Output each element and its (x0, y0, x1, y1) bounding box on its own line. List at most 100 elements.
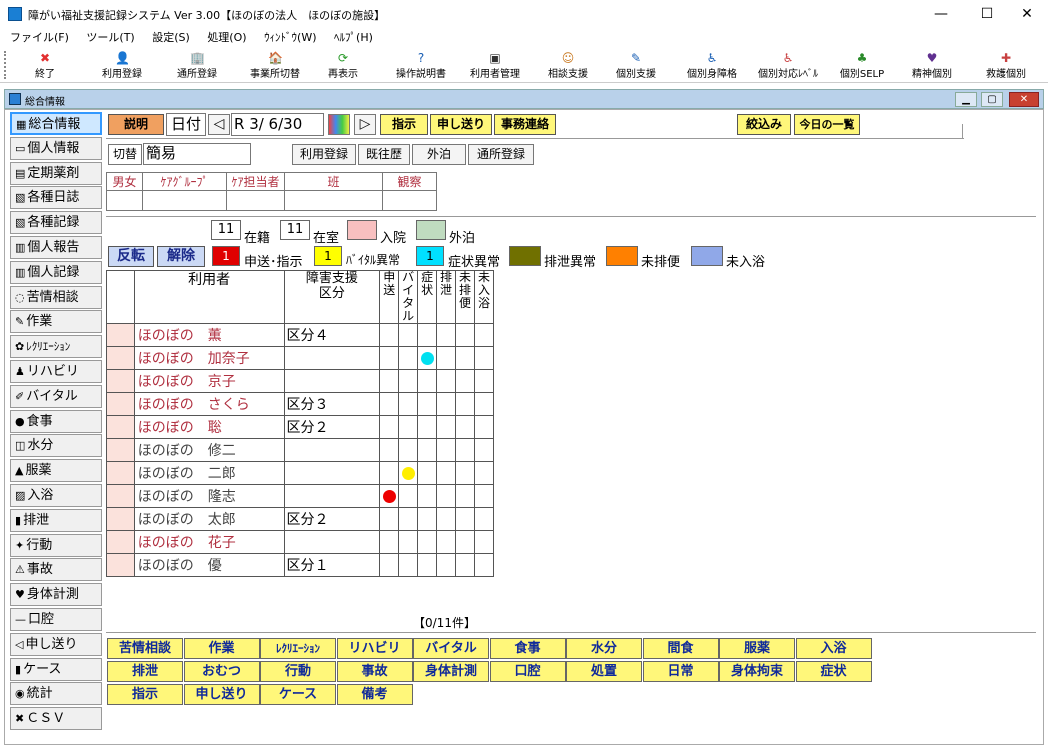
history-button[interactable]: 既往歴 (358, 144, 410, 165)
toolbar-level-button[interactable]: ♿ 個別対応ﾚﾍﾞﾙ (752, 51, 824, 81)
bottom-button[interactable]: 苦情相談 (107, 638, 183, 659)
mdi-minimize-button[interactable]: ▁ (955, 92, 977, 107)
sidebar-item-action[interactable]: ✦ 行動 (10, 533, 102, 557)
table-row[interactable]: ほのぼの さくら 区分３ (106, 392, 495, 416)
toolbar-building-button[interactable]: 🏢 通所登録 (166, 51, 228, 81)
row-header[interactable] (106, 530, 135, 554)
user-name-cell[interactable]: ほのぼの 二郎 (133, 461, 285, 485)
row-header[interactable] (106, 507, 135, 531)
sidebar-item-speech-bubble[interactable]: ◌ 苦情相談 (10, 285, 102, 309)
user-name-cell[interactable]: ほのぼの 加奈子 (133, 346, 285, 370)
explain-button[interactable]: 説明 (108, 114, 164, 135)
toolbar-relief-button[interactable]: ✚ 救護個別 (976, 51, 1036, 81)
row-header[interactable] (106, 346, 135, 370)
sidebar-item-bath[interactable]: ▨ 入浴 (10, 484, 102, 507)
sidebar-item-report[interactable]: ▥ 個人報告 (10, 236, 102, 259)
row-header[interactable] (106, 323, 135, 347)
sidebar-item-memo[interactable]: ▤ 定期薬剤 (10, 161, 102, 185)
menu-file[interactable]: ファイル(F) (10, 28, 69, 45)
row-header[interactable] (106, 484, 135, 508)
sidebar-item-medicine[interactable]: ▲ 服薬 (10, 459, 102, 483)
sidebar-item-vital[interactable]: ✐ バイタル (10, 384, 102, 408)
sidebar-item-mouth[interactable]: — 口腔 (10, 608, 102, 631)
table-row[interactable]: ほのぼの 太郎 区分２ (106, 507, 495, 531)
reg-use-button[interactable]: 利用登録 (292, 144, 356, 165)
bottom-button[interactable]: 症状 (795, 661, 872, 682)
office-contact-button[interactable]: 事務連絡 (494, 114, 556, 135)
menu-help[interactable]: ﾍﾙﾌﾟ(H) (334, 28, 373, 45)
bottom-button[interactable]: 行動 (260, 661, 336, 682)
filter-team-field[interactable] (284, 190, 383, 211)
row-header[interactable] (106, 438, 135, 462)
menu-settings[interactable]: 設定(S) (152, 28, 190, 45)
outing-button[interactable]: 外泊 (412, 144, 466, 165)
toolbar-close-x-button[interactable]: ✖ 終了 (20, 51, 70, 81)
mdi-restore-button[interactable]: ▢ (981, 92, 1003, 107)
bottom-button[interactable]: 申し送り (183, 684, 260, 705)
menu-process[interactable]: 処理(O) (207, 28, 246, 45)
row-header[interactable] (106, 415, 135, 439)
date-field[interactable]: R 3/ 6/30 (231, 113, 324, 136)
sidebar-item-record[interactable]: ▧ 各種記録 (10, 211, 102, 235)
bottom-button[interactable]: 入浴 (795, 638, 872, 659)
toolbar-mental-button[interactable]: ♥ 精神個別 (902, 51, 962, 81)
switch-button[interactable]: 切替 (108, 144, 142, 165)
bottom-button[interactable]: 間食 (642, 638, 719, 659)
bottom-button[interactable]: 身体拘束 (719, 661, 795, 682)
filter-button[interactable]: 絞込み (737, 114, 791, 135)
toolbar-selp-button[interactable]: ♣ 個別SELP (834, 51, 890, 81)
sidebar-item-case[interactable]: ▮ ケース (10, 657, 102, 681)
attend-reg-button[interactable]: 通所登録 (468, 144, 534, 165)
date-prev-button[interactable]: ◁ (208, 114, 230, 135)
toolbar-consult-button[interactable]: ☺ 相談支援 (540, 51, 596, 81)
bottom-button[interactable]: 事故 (336, 661, 413, 682)
bottom-button[interactable]: 作業 (183, 638, 260, 659)
minimize-button[interactable]: — (918, 0, 964, 28)
menu-tools[interactable]: ツール(T) (86, 28, 134, 45)
filter-observe-field[interactable] (382, 190, 437, 211)
filter-gender-field[interactable] (106, 190, 143, 211)
calendar-icon[interactable] (328, 114, 350, 135)
sidebar-item-work[interactable]: ✎ 作業 (10, 310, 102, 334)
sidebar-item-folder[interactable]: ▭ 個人情報 (10, 136, 102, 160)
today-list-button[interactable]: 今日の一覧 (794, 114, 860, 135)
user-name-cell[interactable]: ほのぼの 京子 (133, 369, 285, 393)
bottom-button[interactable]: 水分 (566, 638, 642, 659)
bottom-button[interactable]: 処置 (566, 661, 642, 682)
row-header[interactable] (106, 553, 135, 577)
toolbar-office-switch-button[interactable]: 🏠 事業所切替 (240, 51, 310, 81)
sidebar-item-cup[interactable]: ◫ 水分 (10, 434, 102, 458)
row-header[interactable] (106, 369, 135, 393)
instruct-button[interactable]: 指示 (380, 114, 428, 135)
user-name-cell[interactable]: ほのぼの 聡 (133, 415, 285, 439)
table-row[interactable]: ほのぼの 加奈子 (106, 346, 495, 370)
close-button[interactable]: ✕ (1004, 0, 1048, 28)
row-header[interactable] (106, 461, 135, 485)
table-row[interactable]: ほのぼの 花子 (106, 530, 495, 554)
sidebar-item-overview[interactable]: ▦ 総合情報 (10, 112, 102, 135)
toolbar-person-button[interactable]: 👤 利用登録 (92, 51, 152, 81)
toolbar-grip[interactable] (4, 51, 6, 79)
bottom-button[interactable]: 身体計測 (413, 661, 489, 682)
bottom-button[interactable]: 日常 (642, 661, 719, 682)
bottom-button[interactable]: バイタル (413, 638, 489, 659)
table-row[interactable]: ほのぼの 優区分１ (106, 553, 495, 577)
bottom-button[interactable]: 口腔 (489, 661, 566, 682)
table-row[interactable]: ほのぼの 薫区分４ (106, 323, 495, 347)
menu-window[interactable]: ｳｨﾝﾄﾞｳ(W) (264, 28, 316, 45)
release-button[interactable]: 解除 (157, 246, 205, 267)
sidebar-item-chart[interactable]: ◉ 統計 (10, 682, 102, 706)
sidebar-item-speaker[interactable]: ◁ 申し送り (10, 632, 102, 656)
sidebar-item-heart[interactable]: ♥ 身体計測 (10, 583, 102, 607)
toolbar-help-button[interactable]: ? 操作説明書 (392, 51, 450, 81)
mode-field[interactable]: 簡易 (143, 143, 251, 165)
table-row[interactable]: ほのぼの 京子 (106, 369, 495, 393)
sidebar-item-csv[interactable]: ✖ ＣＳＶ (10, 707, 102, 731)
handover-button[interactable]: 申し送り (430, 114, 492, 135)
sidebar-item-recreation[interactable]: ✿ ﾚｸﾘｴｰｼｮﾝ (10, 335, 102, 359)
user-name-cell[interactable]: ほのぼの 修二 (133, 438, 285, 462)
table-row[interactable]: ほのぼの 隆志 (106, 484, 495, 508)
user-name-cell[interactable]: ほのぼの 隆志 (133, 484, 285, 508)
row-header[interactable] (106, 392, 135, 416)
bottom-button[interactable]: 指示 (107, 684, 183, 705)
